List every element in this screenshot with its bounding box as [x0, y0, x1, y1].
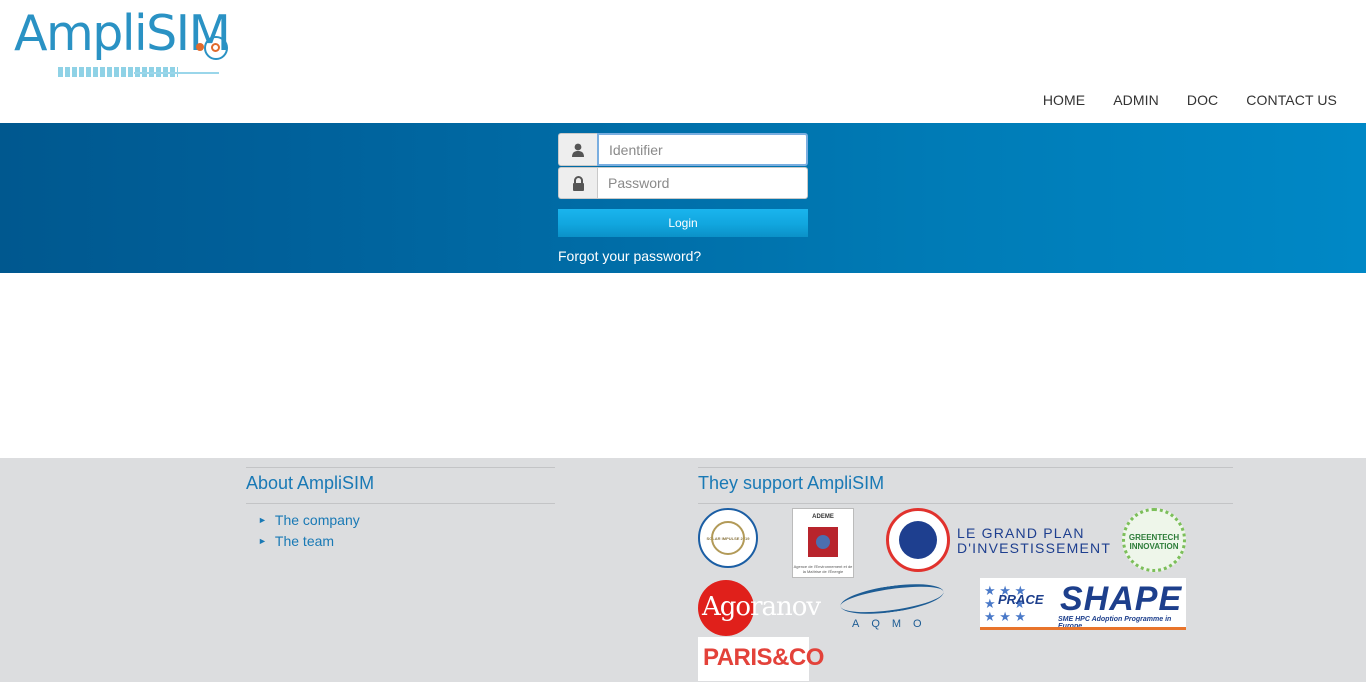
logo-wordmark: AmpliSIM — [14, 5, 231, 62]
list-item: ► The company — [258, 510, 555, 531]
the-company-link[interactable]: The company — [275, 510, 360, 531]
identifier-field-group — [558, 133, 808, 166]
aqmo-logo[interactable]: AQMO — [838, 578, 946, 630]
about-section: About AmpliSIM ► The company ► The team — [246, 467, 555, 552]
nav-doc[interactable]: DOC — [1187, 92, 1218, 108]
aqmo-text: AQMO — [852, 618, 934, 630]
logo-circle-icon — [204, 36, 228, 60]
aqmo-swoosh — [838, 578, 946, 620]
shape-underline — [980, 627, 1186, 630]
greentech-logo[interactable]: GREENTECH INNOVATION — [1122, 508, 1186, 572]
ademe-subtitle: Agence de l'Environnement et de la Maîtr… — [793, 564, 853, 574]
nav-home[interactable]: HOME — [1043, 92, 1085, 108]
ademe-logo[interactable]: ADEME Agence de l'Environnement et de la… — [792, 508, 854, 578]
logo-line — [134, 72, 219, 74]
login-banner: Login Forgot your password? — [0, 123, 1366, 273]
the-team-link[interactable]: The team — [275, 531, 334, 552]
amplisim-logo[interactable]: AmpliSIM — [14, 4, 231, 80]
identifier-input[interactable] — [597, 133, 808, 166]
nav-contact-us[interactable]: CONTACT US — [1246, 92, 1337, 108]
prace-shape-logo[interactable]: ★ ★ ★ ★ ★ ★ ★ ★ PRACE SHAPE SME HPC Adopti… — [980, 578, 1186, 630]
grand-plan-label: LE GRAND PLAN D'INVESTISSEMENT — [957, 525, 1112, 556]
agoranov-text: Agoranov — [702, 592, 821, 622]
agoranov-logo[interactable]: Agoranov — [698, 580, 821, 636]
about-title: About AmpliSIM — [246, 467, 555, 504]
about-links: ► The company ► The team — [246, 510, 555, 552]
password-field-group — [558, 167, 808, 199]
paris-and-co-text: PARIS&CO — [703, 644, 824, 671]
login-form: Login Forgot your password? — [558, 133, 808, 264]
user-icon — [558, 133, 597, 166]
ademe-title: ADEME — [812, 514, 834, 520]
solar-impulse-text: SOLAR IMPULSE 2019 — [706, 536, 750, 541]
ademe-emblem — [808, 527, 838, 557]
list-item: ► The team — [258, 531, 555, 552]
lock-icon — [558, 167, 597, 199]
triangle-right-icon: ► — [258, 536, 267, 546]
nav-admin[interactable]: ADMIN — [1113, 92, 1159, 108]
password-input[interactable] — [597, 167, 808, 199]
investir-avenir-logo[interactable] — [886, 508, 950, 572]
logo-dot — [196, 43, 204, 51]
paris-and-co-logo[interactable]: PARIS&CO — [698, 637, 824, 681]
prace-text: PRACE — [998, 592, 1044, 607]
support-section: They support AmpliSIM — [698, 467, 1233, 504]
support-title: They support AmpliSIM — [698, 467, 1233, 504]
grand-plan-text[interactable]: LE GRAND PLAN D'INVESTISSEMENT — [957, 526, 1110, 556]
site-header: AmpliSIM HOME ADMIN DOC CONTACT US — [0, 0, 1366, 123]
shape-text: SHAPE — [1060, 580, 1183, 618]
main-nav: HOME ADMIN DOC CONTACT US — [1043, 92, 1337, 108]
greentech-text: GREENTECH INNOVATION — [1128, 533, 1180, 551]
solar-impulse-logo[interactable]: SOLAR IMPULSE 2019 — [698, 508, 758, 568]
triangle-right-icon: ► — [258, 515, 267, 525]
forgot-password-link[interactable]: Forgot your password? — [558, 248, 808, 264]
login-button[interactable]: Login — [558, 209, 808, 237]
